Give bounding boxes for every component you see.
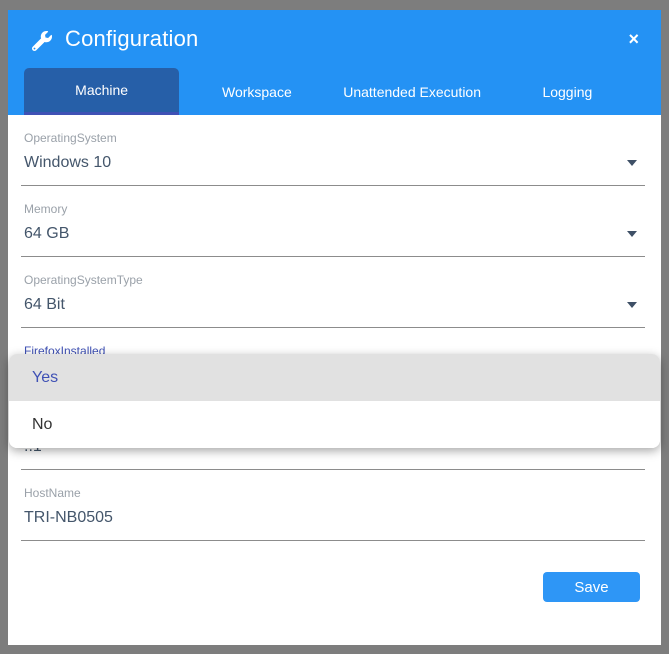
tab-unattended-execution[interactable]: Unattended Execution: [335, 68, 490, 115]
tab-workspace[interactable]: Workspace: [179, 68, 334, 115]
footer-actions: Save: [8, 572, 640, 602]
dropdown-option-no[interactable]: No: [9, 401, 660, 448]
field-operating-system: OperatingSystem Windows 10: [21, 115, 645, 186]
tab-logging[interactable]: Logging: [490, 68, 645, 115]
configuration-dialog: Configuration × Machine Workspace Unatte…: [8, 10, 661, 645]
field-label: OperatingSystemType: [21, 274, 645, 287]
operating-system-select[interactable]: Windows 10: [21, 153, 645, 173]
close-icon[interactable]: ×: [628, 30, 639, 48]
field-label: HostName: [21, 487, 645, 500]
dialog-header: Configuration × Machine Workspace Unatte…: [8, 10, 661, 115]
dialog-content: OperatingSystem Windows 10 Memory 64 GB …: [8, 115, 661, 602]
dropdown-option-yes[interactable]: Yes: [9, 354, 660, 401]
field-host-name: HostName TRI-NB0505: [21, 470, 645, 541]
tab-machine[interactable]: Machine: [24, 68, 179, 115]
field-value: 64 GB: [24, 225, 69, 242]
field-label: Memory: [21, 203, 645, 216]
tab-bar: Machine Workspace Unattended Execution L…: [8, 68, 661, 115]
save-button[interactable]: Save: [543, 572, 640, 602]
operating-system-type-select[interactable]: 64 Bit: [21, 295, 645, 315]
wrench-icon: [32, 31, 52, 51]
firefox-installed-dropdown: Yes No: [9, 354, 660, 448]
field-value: Windows 10: [24, 154, 111, 171]
field-operating-system-type: OperatingSystemType 64 Bit: [21, 257, 645, 328]
chevron-down-icon: [627, 231, 637, 237]
chevron-down-icon: [627, 302, 637, 308]
dialog-title: Configuration: [65, 26, 198, 52]
field-value: 64 Bit: [24, 296, 65, 313]
memory-select[interactable]: 64 GB: [21, 224, 645, 244]
title-bar: Configuration ×: [8, 10, 661, 68]
chevron-down-icon: [627, 160, 637, 166]
field-value: TRI-NB0505: [24, 509, 113, 526]
host-name-input[interactable]: TRI-NB0505: [21, 508, 645, 528]
field-label: OperatingSystem: [21, 132, 645, 145]
field-memory: Memory 64 GB: [21, 186, 645, 257]
